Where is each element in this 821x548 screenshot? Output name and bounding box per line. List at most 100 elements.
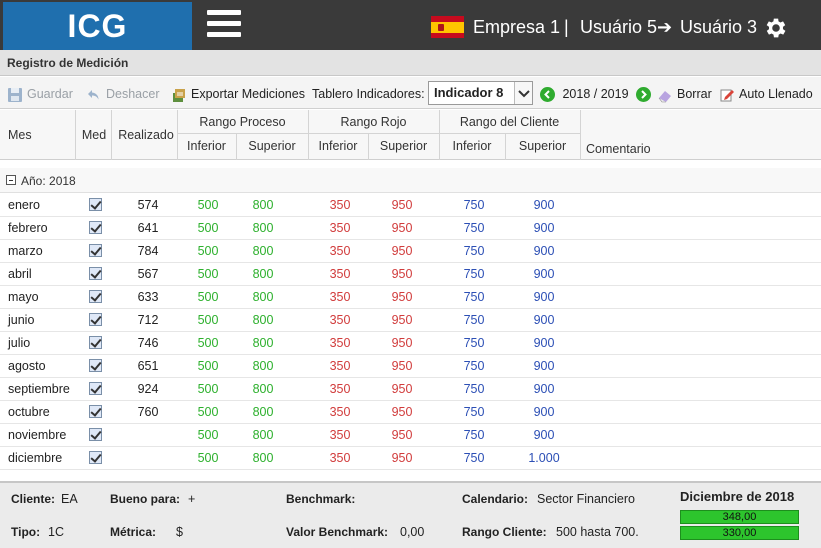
rojo-inferior-cell[interactable]: 350 [310,355,370,377]
cliente-superior-cell[interactable]: 900 [514,309,574,331]
cliente-superior-cell[interactable]: 900 [514,286,574,308]
rojo-inferior-cell[interactable]: 350 [310,424,370,446]
save-button[interactable]: Guardar [7,85,73,103]
rojo-superior-cell[interactable]: 950 [372,240,432,262]
cliente-superior-cell[interactable]: 1.000 [514,447,574,469]
med-checkbox[interactable] [89,382,102,395]
cliente-inferior-cell[interactable]: 750 [444,194,504,216]
proceso-superior-cell[interactable]: 800 [233,401,293,423]
realizado-cell[interactable]: 651 [118,355,178,377]
col-cliente-superior[interactable]: Superior [505,139,580,153]
cliente-inferior-cell[interactable]: 750 [444,217,504,239]
col-rojo-inferior[interactable]: Inferior [308,139,368,153]
realizado-cell[interactable]: 760 [118,401,178,423]
cliente-superior-cell[interactable]: 900 [514,332,574,354]
rojo-superior-cell[interactable]: 950 [372,424,432,446]
proceso-inferior-cell[interactable]: 500 [178,355,238,377]
proceso-inferior-cell[interactable]: 500 [178,424,238,446]
proceso-superior-cell[interactable]: 800 [233,309,293,331]
cliente-superior-cell[interactable]: 900 [514,194,574,216]
rojo-superior-cell[interactable]: 950 [372,401,432,423]
cliente-inferior-cell[interactable]: 750 [444,401,504,423]
proceso-superior-cell[interactable]: 800 [233,194,293,216]
col-mes[interactable]: Mes [8,128,32,142]
rojo-inferior-cell[interactable]: 350 [310,217,370,239]
rojo-inferior-cell[interactable]: 350 [310,378,370,400]
cliente-inferior-cell[interactable]: 750 [444,355,504,377]
cliente-inferior-cell[interactable]: 750 [444,378,504,400]
rojo-inferior-cell[interactable]: 350 [310,263,370,285]
undo-button[interactable]: Deshacer [86,85,160,103]
cliente-superior-cell[interactable]: 900 [514,355,574,377]
proceso-superior-cell[interactable]: 800 [233,424,293,446]
spain-flag-icon[interactable] [431,16,464,38]
indicator-select[interactable]: Indicador 8 [428,81,533,105]
proceso-superior-cell[interactable]: 800 [233,286,293,308]
rojo-superior-cell[interactable]: 950 [372,355,432,377]
proceso-superior-cell[interactable]: 800 [233,263,293,285]
app-logo[interactable]: ICG [3,2,192,50]
proceso-superior-cell[interactable]: 800 [233,378,293,400]
med-checkbox[interactable] [89,336,102,349]
table-row[interactable]: agosto 651 500 800 350 950 750 900 [0,355,821,378]
cliente-inferior-cell[interactable]: 750 [444,286,504,308]
proceso-inferior-cell[interactable]: 500 [178,447,238,469]
med-checkbox[interactable] [89,244,102,257]
rojo-inferior-cell[interactable]: 350 [310,240,370,262]
realizado-cell[interactable]: 567 [118,263,178,285]
autofill-button[interactable]: Auto Llenado [719,85,813,103]
proceso-inferior-cell[interactable]: 500 [178,286,238,308]
col-rango-rojo[interactable]: Rango Rojo [308,115,439,129]
rojo-superior-cell[interactable]: 950 [372,378,432,400]
rojo-superior-cell[interactable]: 950 [372,332,432,354]
rojo-inferior-cell[interactable]: 350 [310,286,370,308]
collapse-icon[interactable] [6,175,16,185]
med-checkbox[interactable] [89,290,102,303]
rojo-inferior-cell[interactable]: 350 [310,332,370,354]
proceso-superior-cell[interactable]: 800 [233,447,293,469]
chevron-down-icon[interactable] [514,82,532,104]
table-row[interactable]: septiembre 924 500 800 350 950 750 900 [0,378,821,401]
med-checkbox[interactable] [89,451,102,464]
col-proceso-inferior[interactable]: Inferior [177,139,236,153]
rojo-superior-cell[interactable]: 950 [372,286,432,308]
col-realizado[interactable]: Realizado [115,128,177,142]
med-checkbox[interactable] [89,359,102,372]
realizado-cell[interactable]: 784 [118,240,178,262]
col-comentario[interactable]: Comentario [586,142,651,156]
col-proceso-superior[interactable]: Superior [236,139,308,153]
proceso-inferior-cell[interactable]: 500 [178,401,238,423]
col-rango-proceso[interactable]: Rango Proceso [177,115,308,129]
proceso-inferior-cell[interactable]: 500 [178,263,238,285]
table-row[interactable]: abril 567 500 800 350 950 750 900 [0,263,821,286]
proceso-superior-cell[interactable]: 800 [233,355,293,377]
user-from[interactable]: Usuário 5 [580,17,657,38]
table-row[interactable]: octubre 760 500 800 350 950 750 900 [0,401,821,424]
rojo-superior-cell[interactable]: 950 [372,309,432,331]
col-rojo-superior[interactable]: Superior [368,139,439,153]
cliente-inferior-cell[interactable]: 750 [444,447,504,469]
cliente-superior-cell[interactable]: 900 [514,401,574,423]
table-row[interactable]: marzo 784 500 800 350 950 750 900 [0,240,821,263]
cliente-superior-cell[interactable]: 900 [514,240,574,262]
rojo-superior-cell[interactable]: 950 [372,217,432,239]
table-row[interactable]: febrero 641 500 800 350 950 750 900 [0,217,821,240]
hamburger-menu-icon[interactable] [207,10,241,40]
realizado-cell[interactable]: 712 [118,309,178,331]
med-checkbox[interactable] [89,267,102,280]
proceso-inferior-cell[interactable]: 500 [178,332,238,354]
cliente-superior-cell[interactable]: 900 [514,424,574,446]
rojo-inferior-cell[interactable]: 350 [310,447,370,469]
proceso-superior-cell[interactable]: 800 [233,240,293,262]
med-checkbox[interactable] [89,313,102,326]
rojo-superior-cell[interactable]: 950 [372,263,432,285]
company-name[interactable]: Empresa 1 [473,17,560,38]
table-row[interactable]: junio 712 500 800 350 950 750 900 [0,309,821,332]
med-checkbox[interactable] [89,221,102,234]
cliente-inferior-cell[interactable]: 750 [444,263,504,285]
rojo-inferior-cell[interactable]: 350 [310,194,370,216]
cliente-superior-cell[interactable]: 900 [514,378,574,400]
rojo-inferior-cell[interactable]: 350 [310,309,370,331]
proceso-superior-cell[interactable]: 800 [233,217,293,239]
proceso-inferior-cell[interactable]: 500 [178,194,238,216]
